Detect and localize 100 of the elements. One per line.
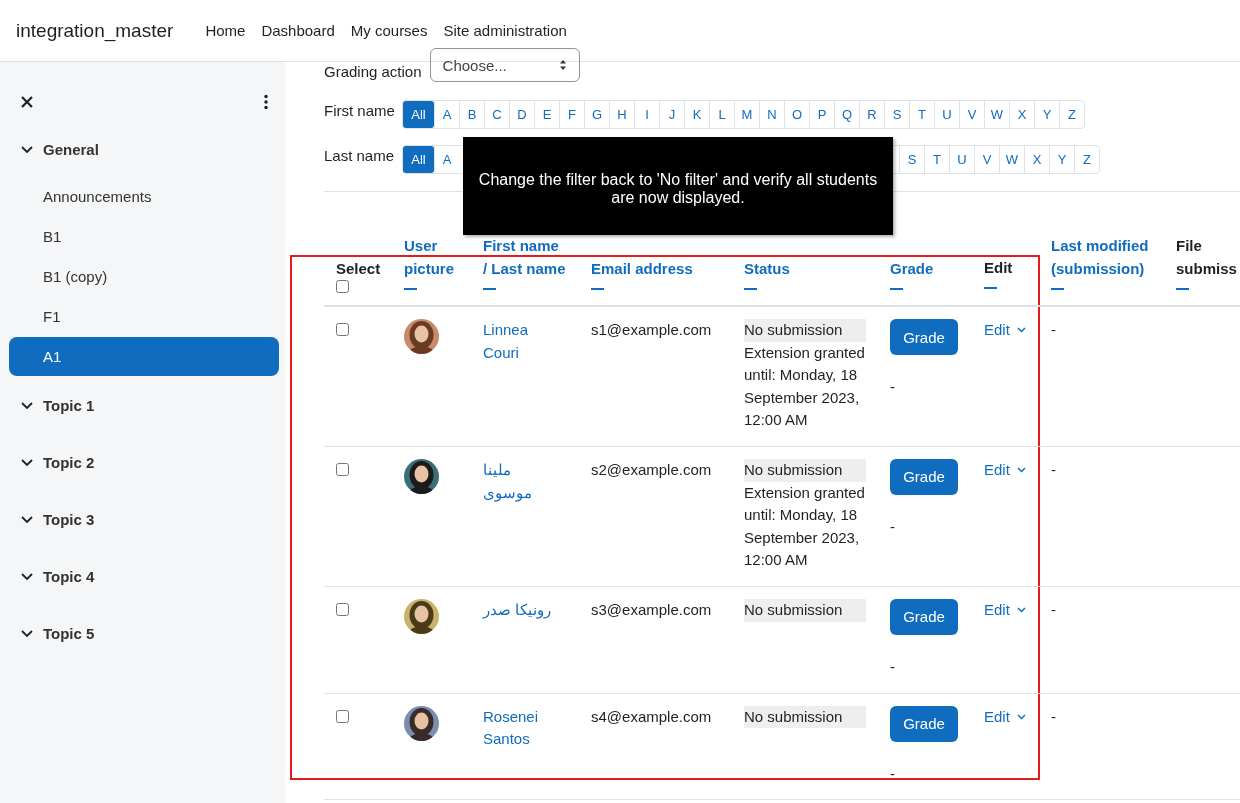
letter-filter[interactable]: L	[709, 101, 734, 128]
grade-button[interactable]: Grade	[890, 458, 958, 495]
letter-filter[interactable]: O	[784, 101, 809, 128]
section-title[interactable]: Topic 5	[43, 625, 95, 642]
letter-filter[interactable]: N	[759, 101, 784, 128]
letter-filter[interactable]: M	[734, 101, 759, 128]
column-header[interactable]: Status	[744, 257, 790, 280]
letter-filter[interactable]: S	[884, 101, 909, 128]
nav-link[interactable]: My courses	[342, 22, 436, 39]
letter-filter[interactable]: W	[999, 146, 1024, 173]
letter-filter[interactable]: All	[403, 101, 434, 128]
grade-button[interactable]: Grade	[890, 705, 958, 742]
column-header[interactable]: (submission)	[1051, 257, 1145, 280]
nav-link[interactable]: Site administration	[435, 22, 575, 39]
chevron-down-icon[interactable]	[21, 458, 33, 467]
letter-filter[interactable]: Y	[1034, 101, 1059, 128]
column-header[interactable]: / Last name	[483, 257, 566, 280]
letter-filter[interactable]: S	[899, 146, 924, 173]
letter-filter[interactable]: W	[984, 101, 1009, 128]
nav-link[interactable]: Dashboard	[253, 22, 343, 39]
section-item[interactable]: Topic 3	[9, 492, 279, 547]
sort-arrows-icon	[558, 59, 567, 71]
student-name-link[interactable]: ملینا موسوی	[483, 458, 553, 505]
letter-filter[interactable]: A	[434, 101, 459, 128]
column-header[interactable]: First name	[483, 234, 559, 257]
student-name-link[interactable]: Rosenei Santos	[483, 705, 553, 751]
column-header[interactable]: User	[404, 234, 438, 257]
letter-filter[interactable]: G	[584, 101, 609, 128]
letter-filter[interactable]: C	[484, 101, 509, 128]
email-text: s2@example.com	[591, 460, 712, 478]
sidebar-item[interactable]: F1	[9, 297, 279, 336]
letter-filter[interactable]: T	[909, 101, 934, 128]
more-options-icon[interactable]	[264, 94, 268, 110]
letter-filter[interactable]: All	[403, 146, 434, 173]
section-title[interactable]: Topic 4	[43, 568, 95, 585]
chevron-down-icon[interactable]	[21, 629, 33, 638]
chevron-down-icon[interactable]	[21, 401, 33, 410]
column-header[interactable]: Grade	[890, 257, 934, 280]
letter-filter[interactable]: Z	[1074, 146, 1099, 173]
row-checkbox[interactable]	[336, 709, 349, 723]
last-modified-text: -	[1051, 600, 1056, 618]
grading-action-select[interactable]: Choose...	[429, 48, 580, 82]
section-item[interactable]: Topic 1	[9, 378, 279, 433]
letter-filter[interactable]: V	[974, 146, 999, 173]
letter-filter[interactable]: Y	[1049, 146, 1074, 173]
sidebar-item[interactable]: B1 (copy)	[9, 257, 279, 296]
section-title[interactable]: Topic 2	[43, 454, 95, 471]
section-item[interactable]: Topic 2	[9, 435, 279, 490]
letter-filter[interactable]: R	[859, 101, 884, 128]
letter-filter[interactable]: J	[659, 101, 684, 128]
section-item[interactable]: Topic 4	[9, 549, 279, 604]
section-item[interactable]: Topic 5	[9, 606, 279, 661]
select-all-checkbox[interactable]	[336, 280, 349, 293]
letter-filter[interactable]: V	[959, 101, 984, 128]
sidebar-item[interactable]: Announcements	[9, 177, 279, 216]
letter-filter[interactable]: F	[559, 101, 584, 128]
edit-menu[interactable]: Edit	[984, 598, 1039, 622]
column-header[interactable]: picture	[404, 257, 454, 280]
site-name[interactable]: integration_master	[16, 19, 174, 42]
close-icon[interactable]	[20, 95, 34, 109]
letter-filter[interactable]: Z	[1059, 101, 1084, 128]
status-text: No submission	[744, 705, 866, 729]
section-item[interactable]: General	[9, 122, 279, 177]
chevron-down-icon[interactable]	[21, 515, 33, 524]
column-header[interactable]: Last modified	[1051, 234, 1149, 257]
student-name-link[interactable]: رونیکا صدر	[483, 598, 553, 622]
letter-filter[interactable]: E	[534, 101, 559, 128]
letter-filter[interactable]: I	[634, 101, 659, 128]
field-label: Grading action	[324, 62, 422, 80]
section-title[interactable]: Topic 3	[43, 511, 95, 528]
sidebar-item[interactable]: A1	[9, 337, 279, 376]
letter-filter[interactable]: Q	[834, 101, 859, 128]
letter-filter[interactable]: A	[434, 146, 459, 173]
letter-filter[interactable]: X	[1009, 101, 1034, 128]
student-name-link[interactable]: Linnea Couri	[483, 319, 553, 365]
letter-filter[interactable]: U	[949, 146, 974, 173]
edit-menu[interactable]: Edit	[984, 319, 1039, 342]
column-header: submiss	[1176, 259, 1237, 279]
chevron-down-icon[interactable]	[21, 572, 33, 581]
letter-filter[interactable]: D	[509, 101, 534, 128]
nav-link[interactable]: Home	[197, 22, 254, 39]
section-title[interactable]: Topic 1	[43, 397, 95, 414]
sidebar-item[interactable]: B1	[9, 217, 279, 256]
section-title[interactable]: General	[43, 141, 99, 158]
chevron-down-icon[interactable]	[21, 145, 33, 154]
grade-button[interactable]: Grade	[890, 598, 958, 635]
grade-button[interactable]: Grade	[890, 319, 958, 355]
letter-filter[interactable]: X	[1024, 146, 1049, 173]
letter-filter[interactable]: B	[459, 101, 484, 128]
letter-filter[interactable]: K	[684, 101, 709, 128]
row-checkbox[interactable]	[336, 462, 349, 476]
column-header[interactable]: Email address	[591, 257, 693, 280]
edit-menu[interactable]: Edit	[984, 705, 1039, 729]
edit-menu[interactable]: Edit	[984, 458, 1039, 482]
letter-filter[interactable]: U	[934, 101, 959, 128]
letter-filter[interactable]: T	[924, 146, 949, 173]
letter-filter[interactable]: H	[609, 101, 634, 128]
row-checkbox[interactable]	[336, 602, 349, 616]
row-checkbox[interactable]	[336, 323, 349, 336]
letter-filter[interactable]: P	[809, 101, 834, 128]
